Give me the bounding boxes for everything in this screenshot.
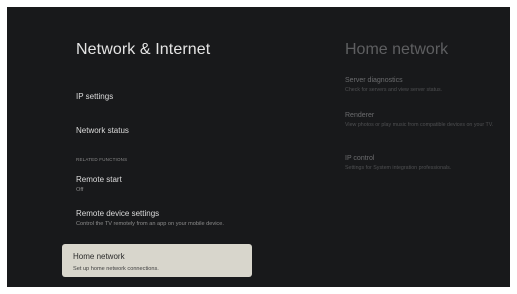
preview-title: Home network [345, 41, 449, 58]
menu-item-network-status[interactable]: Network status [76, 126, 256, 135]
menu-item-description: Control the TV remotely from an app on y… [76, 221, 224, 227]
preview-item-description: View photos or play music from compatibl… [345, 122, 494, 128]
menu-item-home-network[interactable]: Home network Set up home network connect… [62, 244, 252, 277]
preview-item-ip-control: IP control Settings for System integrati… [345, 155, 510, 172]
preview-item-description: Settings for System integration professi… [345, 165, 452, 171]
tv-settings-screen: Network & Internet IP settings Network s… [7, 7, 510, 287]
home-network-preview-panel: Home network Server diagnostics Check fo… [345, 7, 510, 287]
preview-item-description: Check for servers and view server status… [345, 87, 443, 93]
menu-item-value: Off [76, 187, 84, 193]
page-title: Network & Internet [76, 41, 211, 58]
preview-item-label: Renderer [345, 112, 375, 119]
menu-item-label: Remote device settings [76, 209, 160, 218]
preview-item-label: IP control [345, 155, 375, 162]
menu-item-label: Remote start [76, 175, 122, 184]
preview-item-server-diagnostics: Server diagnostics Check for servers and… [345, 77, 510, 94]
preview-item-label: Server diagnostics [345, 77, 403, 84]
preview-item-renderer: Renderer View photos or play music from … [345, 112, 510, 129]
menu-item-remote-start[interactable]: Remote start Off [76, 175, 256, 194]
menu-item-ip-settings[interactable]: IP settings [76, 92, 256, 101]
menu-item-label: IP settings [76, 92, 114, 101]
menu-item-description: Set up home network connections. [73, 266, 159, 272]
section-label-related-functions: RELATED FUNCTIONS [76, 157, 128, 162]
menu-item-remote-device-settings[interactable]: Remote device settings Control the TV re… [76, 209, 256, 228]
network-internet-panel: Network & Internet IP settings Network s… [7, 7, 287, 287]
menu-item-label: Home network [73, 252, 125, 261]
menu-item-label: Network status [76, 126, 129, 135]
